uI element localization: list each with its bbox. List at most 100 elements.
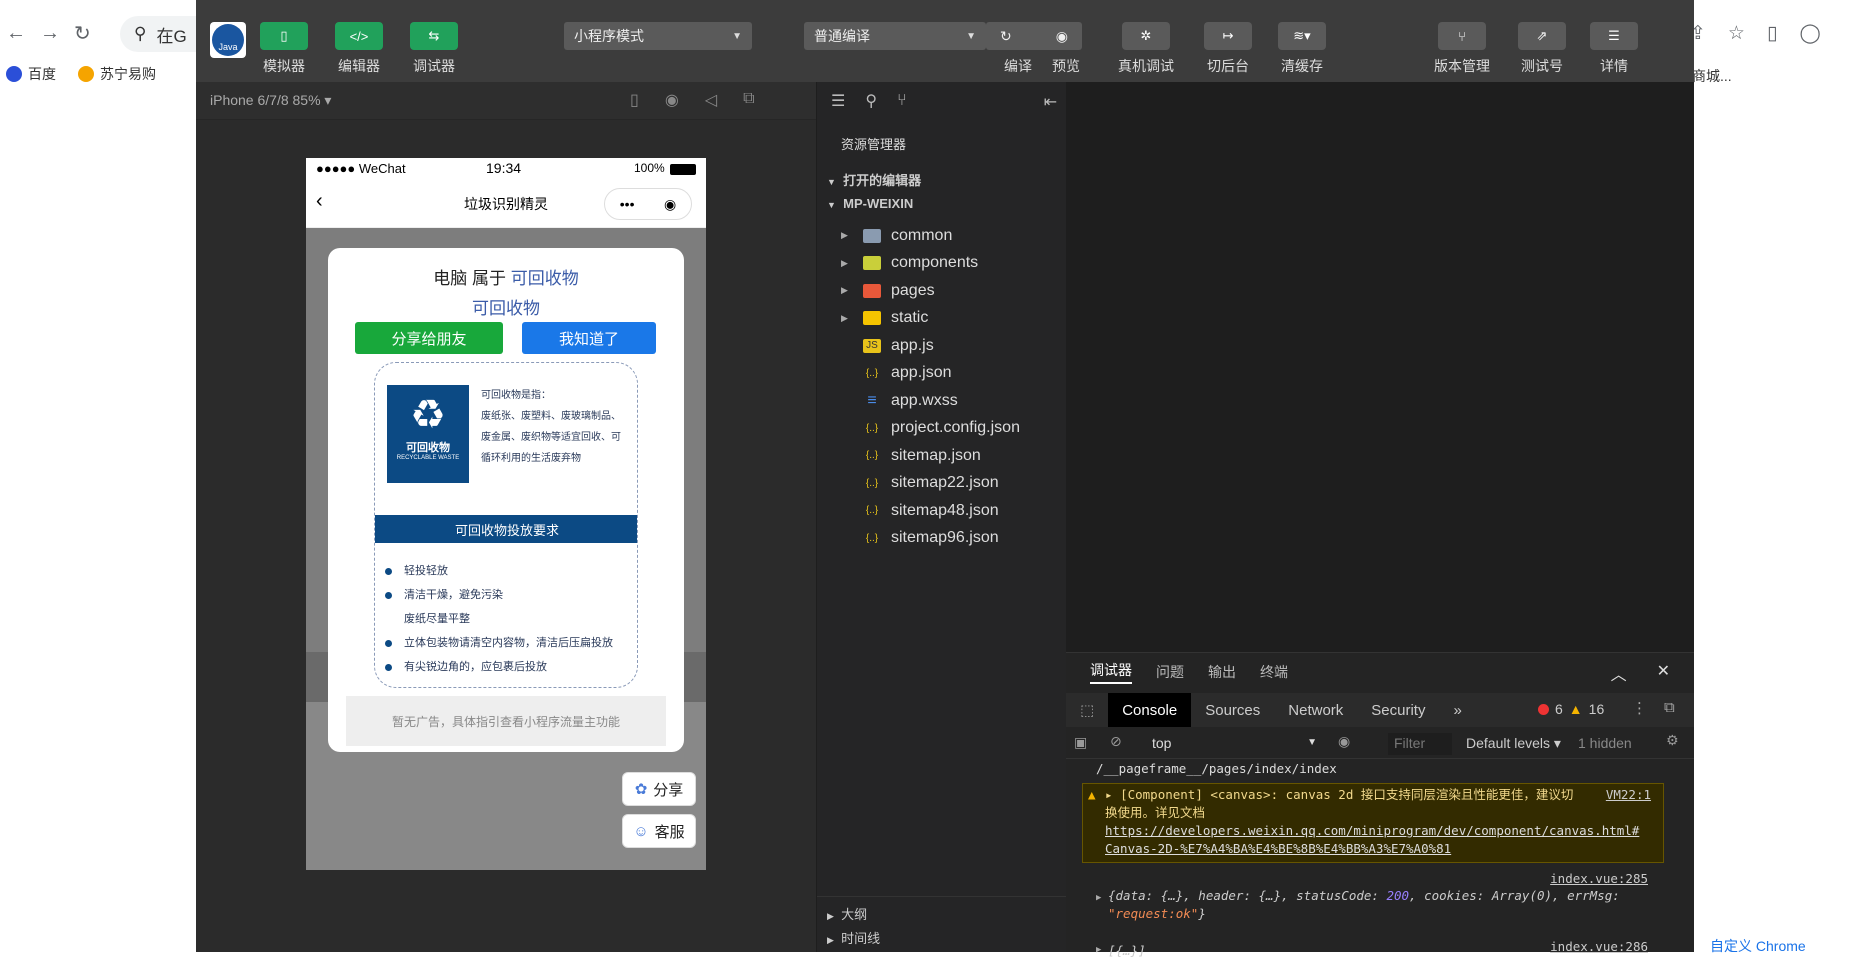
tree-item-static[interactable]: ▶ static [817,305,1067,333]
simulator-toggle-button[interactable]: ▯ 模拟器 [260,22,308,76]
compile-button[interactable]: 编译 [1004,56,1032,76]
tree-item-sitemap[interactable]: ▶{..}sitemap.json [817,442,1067,470]
gear-icon[interactable]: ⚙ [1666,732,1679,749]
expand-icon[interactable]: ▶ [1096,945,1101,955]
tree-item-app-js[interactable]: ▶JSapp.js [817,332,1067,360]
details-button[interactable]: ☰ 详情 [1590,22,1638,76]
test-account-button[interactable]: ⇗ 测试号 [1518,22,1566,76]
panel-controls: ︿ ✕ [1611,661,1670,685]
preview-button[interactable]: 预览 [1052,56,1080,76]
tab-problems[interactable]: 问题 [1156,662,1184,682]
tree-item-sitemap22[interactable]: ▶{..}sitemap22.json [817,470,1067,498]
tree-item-common[interactable]: ▶ common [817,222,1067,250]
requirements-header: 可回收物投放要求 [375,515,637,543]
chevron-up-icon[interactable]: ︿ [1611,661,1627,685]
expand-icon[interactable]: ▶ [1096,889,1101,907]
console-log-entry[interactable]: ▶ [{…}] [1096,943,1146,958]
tree-item-pages[interactable]: ▶ pages [817,277,1067,305]
log-source-link[interactable]: index.vue:285 [1550,871,1648,886]
clear-cache-button[interactable]: ≋▾ 清缓存 [1278,22,1326,76]
divider [817,896,1067,897]
kebab-menu-icon[interactable]: ⋮ [1632,699,1647,717]
refresh-icon[interactable]: ↻ [1000,28,1012,45]
search-icon[interactable]: ⚲ [865,91,877,111]
sidebar-toggle-icon[interactable]: ▣ [1074,734,1087,751]
context-select[interactable]: top ▼ [1152,735,1317,751]
layers-icon: ≋▾ [1278,22,1326,50]
source-control-icon[interactable]: ⑂ [897,92,907,110]
tree-item-app-json[interactable]: ▶{..}app.json [817,360,1067,388]
record-icon[interactable]: ◉ [665,90,679,110]
phone-status-bar: ●●●●● WeChat 19:34 100% [306,158,706,180]
app-logo[interactable]: Java [210,22,246,58]
editor-toggle-button[interactable]: </> 编辑器 [335,22,383,76]
menu-icon: ☰ [1590,22,1638,50]
dock-icon[interactable]: ⧉ [1664,699,1675,716]
profile-icon[interactable]: ◯ [1799,22,1820,45]
tree-item-sitemap96[interactable]: ▶{..}sitemap96.json [817,525,1067,553]
log-levels-select[interactable]: Default levels ▾ [1466,735,1561,752]
tab-output[interactable]: 输出 [1208,662,1236,682]
back-arrow-icon[interactable]: ← [6,22,26,45]
switch-icon: ↦ [1204,22,1252,50]
docs-link[interactable]: https://developers.weixin.qq.com/minipro… [1105,822,1645,858]
close-target-icon[interactable]: ◉ [664,196,676,213]
search-icon: ⚲ [134,24,147,43]
tree-item-app-wxss[interactable]: ▶≡app.wxss [817,387,1067,415]
forward-arrow-icon[interactable]: → [40,22,60,45]
close-icon[interactable]: ✕ [1657,661,1670,685]
customize-chrome-button[interactable]: 自定义 Chrome [1710,936,1806,956]
tab-debugger[interactable]: 调试器 [1090,660,1132,684]
timeline-section[interactable]: ▶ 时间线 [827,928,880,947]
folder-icon [863,228,881,243]
caret-right-icon: ▶ [841,285,848,296]
eye-icon[interactable]: ◉ [1338,733,1350,750]
mode-select[interactable]: 小程序模式 ▼ [564,22,752,50]
more-tabs-icon[interactable]: » [1439,693,1475,727]
more-icon[interactable]: ••• [620,196,635,212]
window-icon[interactable]: ⧉ [743,90,754,110]
issue-counters[interactable]: 6 ▲ 16 [1538,701,1604,717]
project-section[interactable]: ▼ MP-WEIXIN [827,196,913,211]
tree-item-components[interactable]: ▶ components [817,250,1067,278]
open-editors-section[interactable]: ▼ 打开的编辑器 [827,170,921,189]
share-float-button[interactable]: ✿ 分享 [622,772,696,806]
tab-console[interactable]: Console [1108,693,1192,727]
reload-icon[interactable]: ↻ [74,21,91,46]
tab-terminal[interactable]: 终端 [1260,662,1288,682]
tree-item-project-config[interactable]: ▶{..}project.config.json [817,415,1067,443]
tab-sources[interactable]: Sources [1191,693,1274,727]
warning-source-link[interactable]: VM22:1 [1606,786,1651,804]
clear-console-icon[interactable]: ⊘ [1110,733,1122,750]
eye-icon[interactable]: ◉ [1056,28,1068,45]
volume-icon[interactable]: ◁ [705,90,717,110]
bookmarks-bar: 百度 苏宁易购 [0,62,156,86]
inspect-icon[interactable]: ⬚ [1066,693,1108,727]
star-icon[interactable]: ☆ [1728,22,1745,45]
bookmark-suning[interactable]: 苏宁易购 [78,64,156,84]
tab-network[interactable]: Network [1274,693,1357,727]
file-tree: ▶common ▶components ▶pages ▶static ▶JSap… [817,222,1067,552]
real-device-debug-button[interactable]: ✲ 真机调试 [1118,22,1174,76]
backstage-button[interactable]: ↦ 切后台 [1204,22,1252,76]
list-icon[interactable]: ☰ [831,91,845,111]
sidepanel-icon[interactable]: ▯ [1767,22,1777,45]
customer-service-float-button[interactable]: ☺ 客服 [622,814,696,848]
console-log-entry[interactable]: ▶ {data: {…}, header: {…}, statusCode: 2… [1096,887,1648,923]
tab-security[interactable]: Security [1357,693,1439,727]
filter-input[interactable]: Filter [1388,733,1452,755]
bookmark-baidu[interactable]: 百度 [6,64,56,84]
tree-item-sitemap48[interactable]: ▶{..}sitemap48.json [817,497,1067,525]
outline-section[interactable]: ▶ 大纲 [827,904,867,923]
suning-icon [78,66,94,82]
debugger-toggle-button[interactable]: ⇆ 调试器 [410,22,458,76]
got-it-button[interactable]: 我知道了 [522,322,656,354]
device-select[interactable]: iPhone 6/7/8 85% ▾ [210,92,331,109]
collapse-panel-icon[interactable]: ⇤ [1044,92,1057,112]
version-management-button[interactable]: ⑂ 版本管理 [1434,22,1490,76]
capsule-menu: ••• ◉ [604,188,692,220]
compile-mode-select[interactable]: 普通编译 ▼ [804,22,986,50]
share-to-friend-button[interactable]: 分享给朋友 [355,322,503,354]
phone-icon[interactable]: ▯ [630,90,639,110]
bookmark-mall[interactable]: 商城... [1692,66,1732,86]
